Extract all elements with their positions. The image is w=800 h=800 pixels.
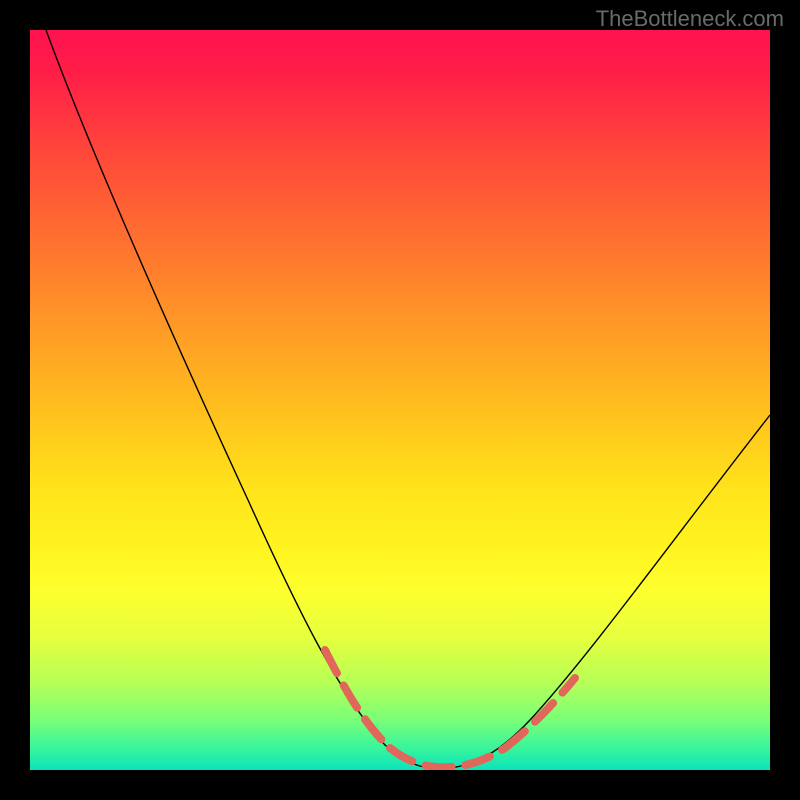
highlight-right <box>505 678 575 748</box>
chart-container: TheBottleneck.com <box>0 0 800 800</box>
highlight-bottom <box>390 748 505 767</box>
watermark-text: TheBottleneck.com <box>596 6 784 32</box>
plot-area <box>30 30 770 770</box>
highlight-left <box>325 650 390 748</box>
curve-svg <box>30 30 770 770</box>
bottleneck-curve <box>46 30 770 769</box>
